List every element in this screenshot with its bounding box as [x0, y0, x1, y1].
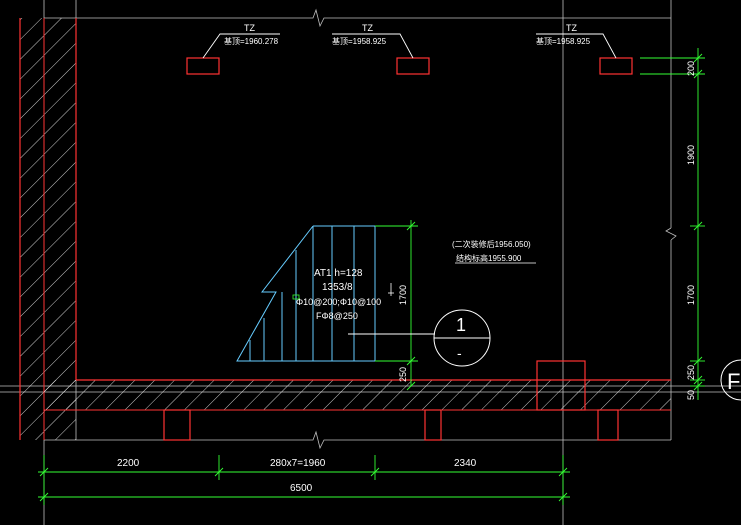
dim-1900: 1900	[686, 145, 696, 165]
dim-250: 250	[686, 365, 696, 380]
stair-id: AT1 h=128	[314, 268, 363, 279]
column-tz-2: TZ 基顶=1958.925	[332, 23, 430, 75]
dim-1700: 1700	[686, 285, 696, 305]
dim-50: 50	[686, 390, 696, 400]
section-marker[interactable]: 1 -	[348, 309, 491, 367]
column-elevation: 基顶=1960.278	[224, 36, 279, 46]
dim-total: 6500	[290, 483, 313, 494]
bottom-slab	[44, 379, 671, 411]
column-tag: TZ	[362, 23, 373, 33]
left-wall	[19, 18, 77, 440]
column-elevation: 基顶=1958.925	[332, 36, 387, 46]
axis-bubble-F[interactable]: F	[720, 359, 741, 401]
column-markers: TZ 基顶=1960.278 TZ 基顶=1958.925 TZ 基顶=1958…	[186, 23, 633, 75]
stair-annotation: AT1 h=128 1353/8 Φ10@200;Φ10@100 FΦ8@250	[292, 268, 381, 321]
stair-steps: 1353/8	[322, 282, 353, 293]
right-dimension-chain	[640, 48, 705, 400]
dim-seg-2: 280x7=1960	[270, 458, 326, 469]
axis-label: F	[727, 369, 740, 394]
structure-level: 结构标高1955.900	[456, 253, 522, 263]
dim-200: 200	[686, 61, 696, 76]
bottom-dimension-labels: 2200 280x7=1960 2340 6500	[117, 458, 477, 494]
section-number: 1	[456, 315, 466, 335]
stair-base-dim: 250	[398, 367, 408, 382]
platform-note: (二次装修后1956.050) 结构标高1955.900	[452, 239, 536, 264]
section-sheet: -	[457, 345, 462, 361]
dim-seg-3: 2340	[454, 458, 477, 469]
stair-dist-rebar: FΦ8@250	[316, 311, 358, 321]
column-tz-3: TZ 基顶=1958.925	[536, 23, 633, 75]
column-tz-1: TZ 基顶=1960.278	[186, 23, 280, 75]
stair-height-dim: 1700	[398, 285, 408, 305]
column-tag: TZ	[244, 23, 255, 33]
grid-lines	[0, 0, 741, 525]
stair-section	[236, 225, 376, 362]
finish-level: (二次装修后1956.050)	[452, 239, 531, 249]
dim-seg-1: 2200	[117, 458, 140, 469]
cad-drawing-canvas[interactable]: TZ 基顶=1960.278 TZ 基顶=1958.925 TZ 基顶=1958…	[0, 0, 741, 525]
stair-direction-mark	[388, 283, 394, 296]
column-tag: TZ	[566, 23, 577, 33]
stair-dimension	[375, 220, 418, 391]
stair-rebar: Φ10@200;Φ10@100	[296, 297, 381, 307]
right-dimension-labels: 200 1900 1700 250 50	[686, 61, 696, 400]
column-elevation: 基顶=1958.925	[536, 36, 591, 46]
